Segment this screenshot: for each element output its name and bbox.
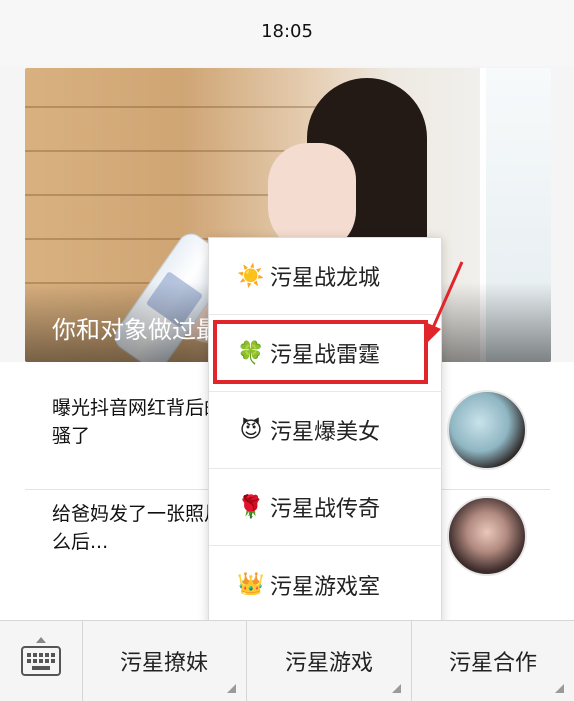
smiling-devil-icon: 😈 [239,417,263,443]
tab-hezuo[interactable]: 污星合作 [412,621,574,701]
status-time: 18:05 [261,21,313,42]
crown-icon: 👑 [237,572,265,597]
submenu-indicator-icon [555,684,564,693]
tab-label: 污星游戏 [284,651,373,676]
bottom-menu-bar: 污星撩妹 污星游戏 污星合作 [0,620,574,701]
wood-plank-line [25,106,335,108]
keyboard-toggle-button[interactable] [0,621,83,701]
tab-liaomei[interactable]: 污星撩妹 [82,621,247,701]
menu-item-label: 污星游戏室 [270,574,381,600]
article-thumbnail [447,496,527,576]
tab-youxi[interactable]: 污星游戏 [247,621,412,701]
caret-up-icon [36,637,46,643]
submenu-indicator-icon [392,684,401,693]
status-bar: 18:05 [0,0,574,66]
tab-label: 污星撩妹 [119,651,208,676]
menu-item-youxishi[interactable]: 👑 污星游戏室 [209,546,441,623]
keyboard-icon [21,646,61,676]
submenu-indicator-icon [227,684,236,693]
menu-item-longcheng[interactable]: ☀️ 污星战龙城 [209,238,441,315]
sun-icon: ☀️ [237,263,265,289]
menu-item-label: 污星战传奇 [270,497,381,522]
tab-label: 污星合作 [448,651,537,676]
rose-icon: 🌹 [237,494,265,520]
highlight-box [213,320,428,384]
popup-menu: ☀️ 污星战龙城 🍀 污星战雷霆 😈 污星爆美女 🌹 污星战传奇 👑 污星游戏室 [208,237,442,625]
menu-item-meinv[interactable]: 😈 污星爆美女 [209,392,441,469]
menu-item-label: 污星爆美女 [270,420,381,445]
menu-item-label: 污星战龙城 [270,266,381,291]
menu-item-chuanqi[interactable]: 🌹 污星战传奇 [209,469,441,546]
